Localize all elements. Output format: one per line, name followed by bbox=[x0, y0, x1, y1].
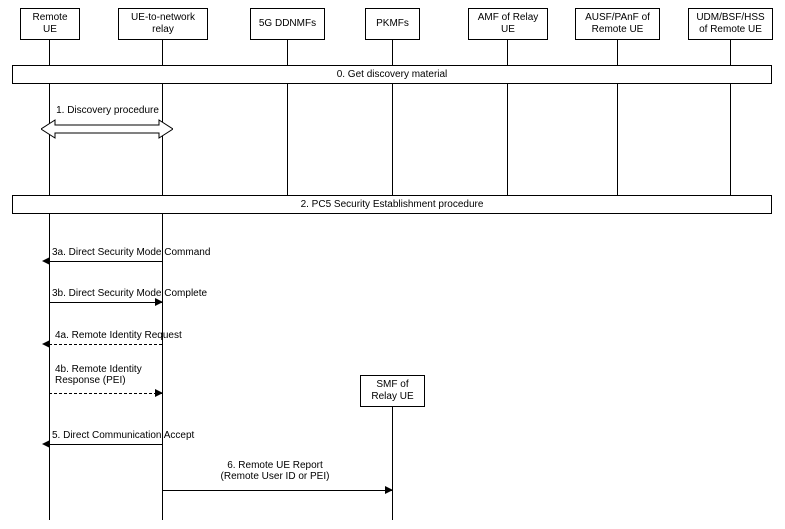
step-text: 3a. Direct Security Mode Command bbox=[52, 247, 210, 258]
participant-label: AUSF/PAnF of Remote UE bbox=[585, 12, 650, 36]
step-5-label: 5. Direct Communication Accept bbox=[52, 430, 212, 441]
step-2-bar: 2. PC5 Security Establishment procedure bbox=[12, 195, 772, 214]
arrow-head-4b bbox=[155, 389, 163, 397]
participant-label: SMF of Relay UE bbox=[371, 379, 413, 403]
participant-smf: SMF of Relay UE bbox=[360, 375, 425, 407]
participant-label: AMF of Relay UE bbox=[478, 12, 539, 36]
participant-label: Remote UE bbox=[32, 12, 67, 36]
step-text: 4a. Remote Identity Request bbox=[55, 330, 182, 341]
arrow-4a bbox=[49, 344, 162, 345]
step-text: 1. Discovery procedure bbox=[56, 105, 159, 116]
step-0-bar: 0. Get discovery material bbox=[12, 65, 772, 84]
step-3a-label: 3a. Direct Security Mode Command bbox=[52, 247, 212, 258]
participant-label: PKMFs bbox=[376, 18, 409, 30]
participant-ausf: AUSF/PAnF of Remote UE bbox=[575, 8, 660, 40]
step-3b-label: 3b. Direct Security Mode Complete bbox=[52, 288, 212, 299]
step-text: 5. Direct Communication Accept bbox=[52, 430, 194, 441]
step-label: 0. Get discovery material bbox=[337, 69, 448, 80]
arrow-3a bbox=[49, 261, 162, 262]
step-1-label: 1. Discovery procedure bbox=[50, 105, 165, 116]
participant-label: UDM/BSF/HSS of Remote UE bbox=[696, 12, 764, 36]
participant-label: UE-to-network relay bbox=[131, 12, 195, 36]
arrow-head-3a bbox=[42, 257, 50, 265]
step-4b-label: 4b. Remote Identity Response (PEI) bbox=[55, 364, 165, 386]
participant-remote-ue: Remote UE bbox=[20, 8, 80, 40]
arrow-head-3b bbox=[155, 298, 163, 306]
arrow-5 bbox=[49, 444, 162, 445]
participant-pkmfs: PKMFs bbox=[365, 8, 420, 40]
participant-ddnmfs: 5G DDNMFs bbox=[250, 8, 325, 40]
arrow-head-4a bbox=[42, 340, 50, 348]
arrow-3b bbox=[49, 302, 162, 303]
participant-relay: UE-to-network relay bbox=[118, 8, 208, 40]
step-text: 6. Remote UE Report (Remote User ID or P… bbox=[221, 460, 330, 482]
step-6-label: 6. Remote UE Report (Remote User ID or P… bbox=[180, 460, 370, 482]
participant-udm: UDM/BSF/HSS of Remote UE bbox=[688, 8, 773, 40]
participant-amf: AMF of Relay UE bbox=[468, 8, 548, 40]
arrow-6 bbox=[162, 490, 392, 491]
arrow-head-5 bbox=[42, 440, 50, 448]
arrow-4b bbox=[49, 393, 162, 394]
arrow-head-6 bbox=[385, 486, 393, 494]
double-arrow-icon bbox=[41, 118, 173, 140]
step-text: 3b. Direct Security Mode Complete bbox=[52, 288, 207, 299]
step-text: 4b. Remote Identity Response (PEI) bbox=[55, 364, 142, 386]
step-4a-label: 4a. Remote Identity Request bbox=[55, 330, 215, 341]
step-label: 2. PC5 Security Establishment procedure bbox=[301, 199, 484, 210]
participant-label: 5G DDNMFs bbox=[259, 18, 316, 30]
lifeline-smf bbox=[392, 407, 393, 520]
